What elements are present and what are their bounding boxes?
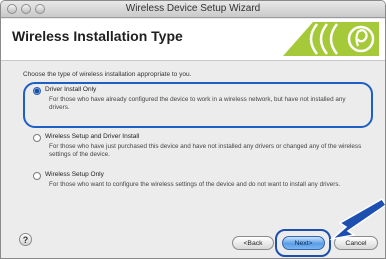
title-bar: Wireless Device Setup Wizard bbox=[1, 1, 385, 18]
option-driver-install-only[interactable]: Driver Install Only For those who have a… bbox=[23, 82, 373, 130]
option-label: Driver Install Only bbox=[45, 86, 97, 93]
back-button[interactable]: <Back bbox=[232, 236, 274, 250]
option-label: Wireless Setup Only bbox=[45, 171, 104, 178]
page-title: Wireless Installation Type bbox=[12, 28, 183, 44]
option-label: Wireless Setup and Driver Install bbox=[45, 133, 140, 140]
instruction-text: Choose the type of wireless installation… bbox=[23, 71, 192, 78]
option-description: For those who have already configured th… bbox=[49, 96, 346, 111]
pointer-arrow-icon bbox=[329, 198, 385, 241]
option-description: For those who have just purchased this d… bbox=[49, 143, 362, 158]
radio-wireless-setup-and-driver-install[interactable] bbox=[33, 134, 41, 142]
wizard-window: Wireless Device Setup Wizard Wireless In… bbox=[0, 0, 386, 259]
radio-wireless-setup-only[interactable] bbox=[33, 172, 41, 180]
wireless-logo-icon bbox=[283, 22, 379, 56]
option-description: For those who want to configure the wire… bbox=[49, 181, 341, 188]
page-header: Wireless Installation Type bbox=[1, 19, 385, 61]
radio-driver-install-only[interactable] bbox=[33, 87, 41, 95]
window-title: Wireless Device Setup Wizard bbox=[125, 3, 261, 14]
next-button[interactable]: Next> bbox=[282, 236, 325, 250]
help-icon[interactable]: ? bbox=[19, 233, 32, 246]
